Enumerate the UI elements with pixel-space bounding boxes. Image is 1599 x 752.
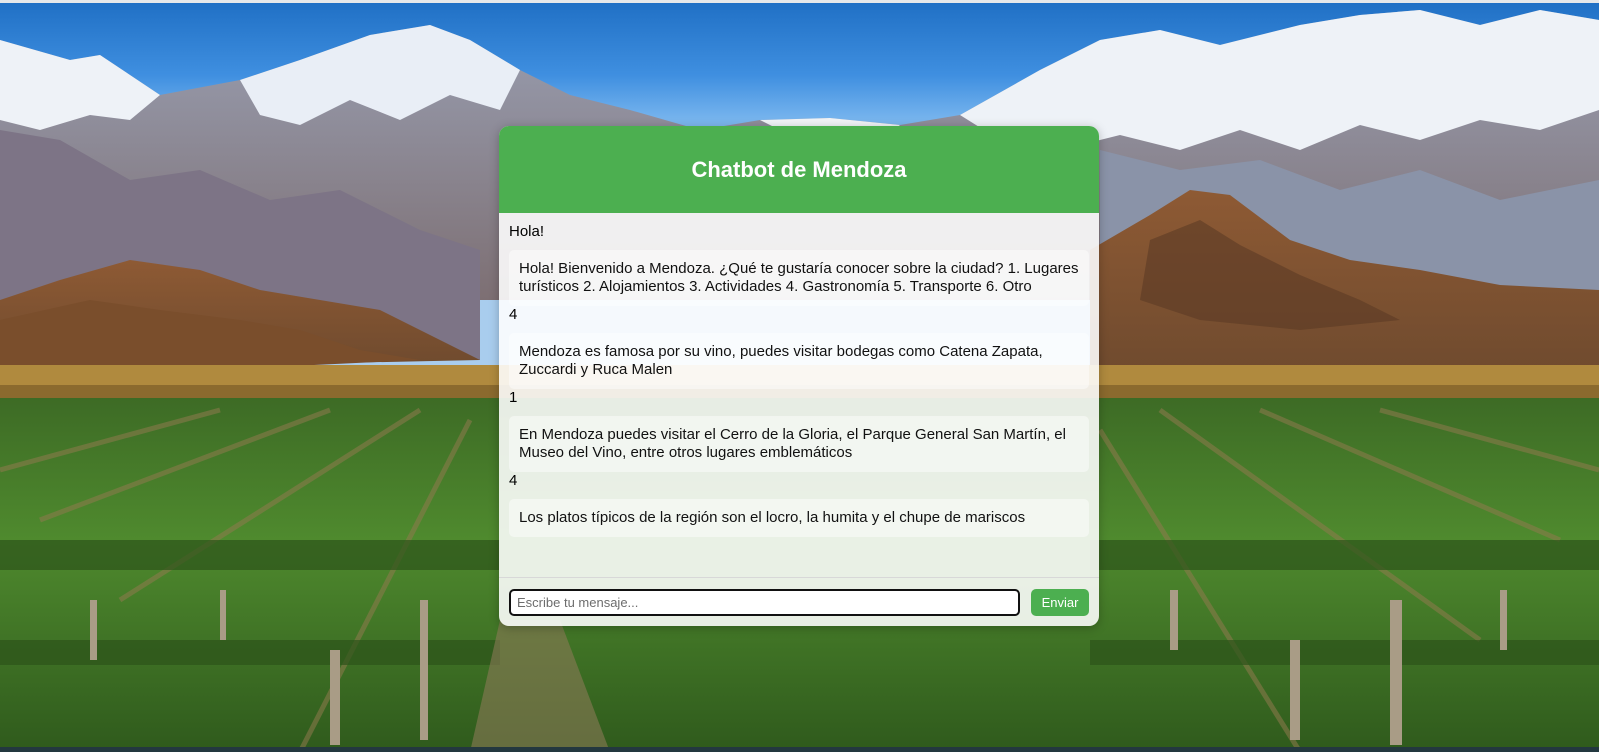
message-input[interactable] bbox=[509, 588, 1021, 616]
bot-message: Los platos típicos de la región son el l… bbox=[509, 499, 1089, 537]
chat-header: Chatbot de Mendoza bbox=[499, 126, 1099, 213]
chat-title: Chatbot de Mendoza bbox=[691, 156, 907, 182]
chat-messages[interactable]: Hola! Hola! Bienvenido a Mendoza. ¿Qué t… bbox=[499, 213, 1099, 577]
chat-window: Chatbot de Mendoza Hola! Hola! Bienvenid… bbox=[499, 126, 1099, 626]
user-message: 1 bbox=[509, 389, 518, 406]
user-message: Hola! bbox=[509, 223, 545, 240]
window-bottom-bar bbox=[0, 747, 1599, 752]
bot-message: Mendoza es famosa por su vino, puedes vi… bbox=[509, 333, 1089, 389]
chat-input-row: Enviar bbox=[499, 577, 1099, 626]
send-button[interactable]: Enviar bbox=[1031, 588, 1089, 616]
user-message: 4 bbox=[509, 306, 518, 323]
bot-message: Hola! Bienvenido a Mendoza. ¿Qué te gust… bbox=[509, 250, 1089, 306]
user-message: 4 bbox=[509, 472, 518, 489]
bot-message: En Mendoza puedes visitar el Cerro de la… bbox=[509, 416, 1089, 472]
